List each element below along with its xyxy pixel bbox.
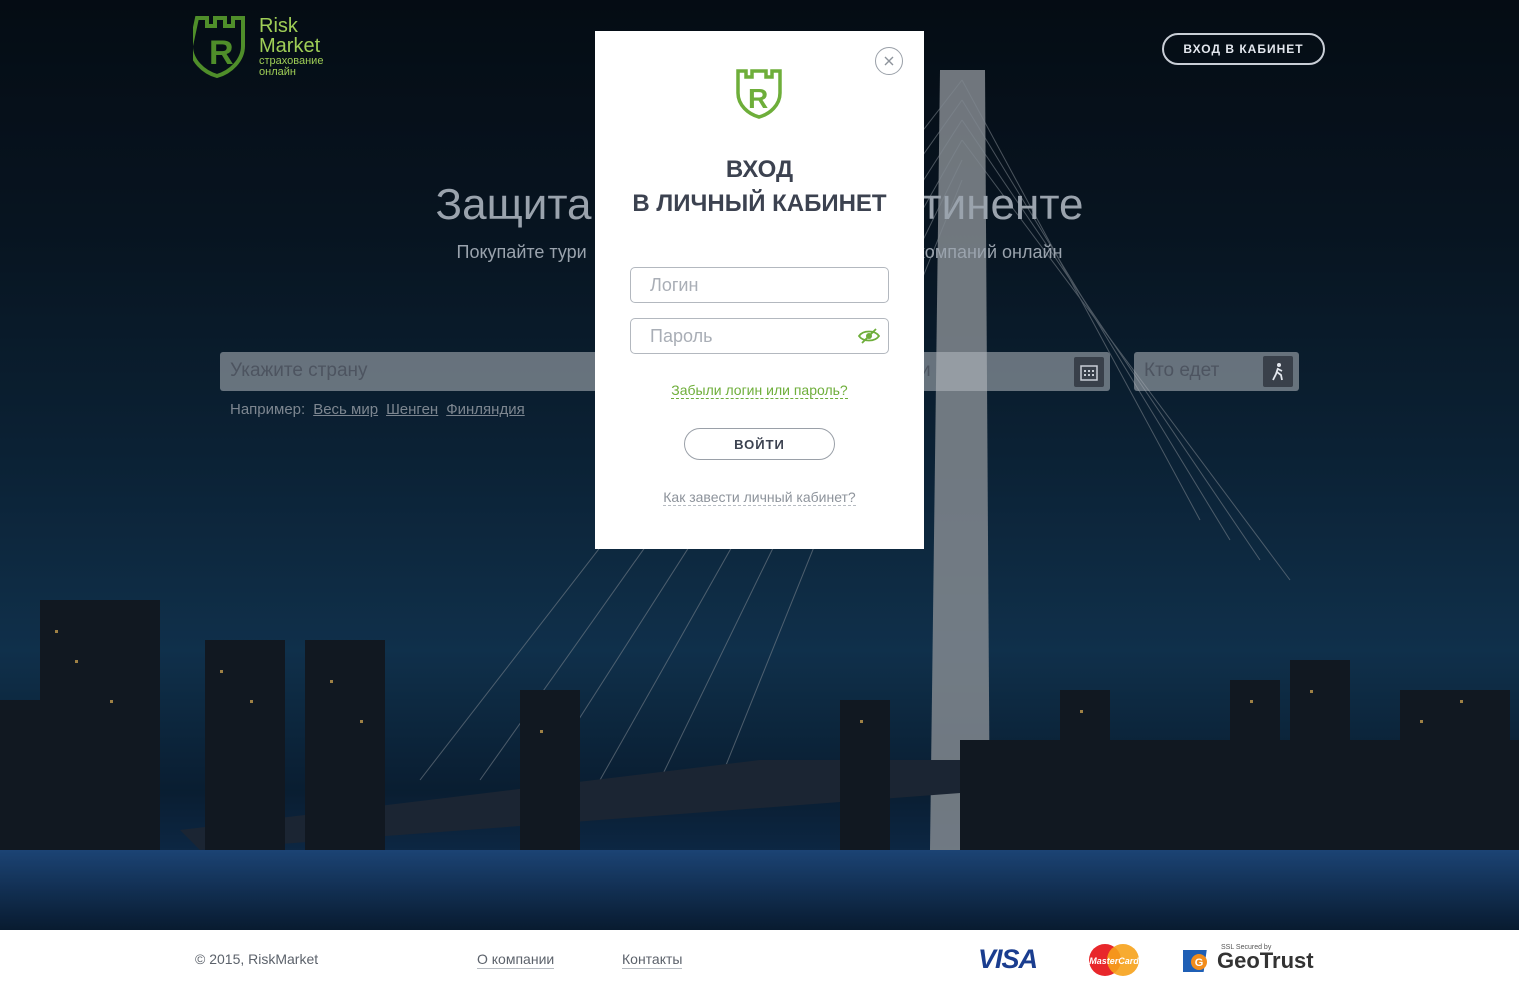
logo-line-market: Market bbox=[259, 35, 321, 57]
visa-logo: VISA bbox=[978, 944, 1038, 974]
walking-person-icon[interactable] bbox=[1263, 356, 1293, 387]
travelers-placeholder: Кто едет bbox=[1144, 360, 1220, 381]
subline-right: компаний онлайн bbox=[916, 242, 1063, 262]
geotrust-icon: G bbox=[1183, 950, 1207, 972]
login-input[interactable]: Логин bbox=[630, 267, 889, 303]
country-input[interactable]: Укажите страну bbox=[220, 352, 620, 391]
close-modal-button[interactable] bbox=[875, 47, 903, 75]
submit-login-button[interactable]: ВОЙТИ bbox=[684, 428, 835, 460]
mastercard-text: MasterCard bbox=[1089, 956, 1139, 966]
logo-line-tagline-2: онлайн bbox=[259, 66, 296, 78]
mastercard-logo: MasterCard bbox=[1086, 942, 1142, 982]
examples-label: Например: bbox=[230, 401, 306, 418]
modal-title: ВХОД В ЛИЧНЫЙ КАБИНЕТ bbox=[595, 153, 924, 221]
close-icon bbox=[884, 56, 894, 66]
subline-left: Покупайте тури bbox=[456, 242, 587, 262]
site-logo[interactable]: R Risk Market страхование онлайн bbox=[193, 16, 323, 78]
howto-link-text[interactable]: Как завести личный кабинет? bbox=[663, 489, 856, 506]
footer-link-contacts[interactable]: Контакты bbox=[622, 951, 683, 969]
modal-title-line1: ВХОД bbox=[725, 156, 794, 183]
modal-title-line2: В ЛИЧНЫЙ КАБИНЕТ bbox=[632, 190, 887, 217]
example-link-schengen[interactable]: Шенген bbox=[386, 401, 438, 418]
country-examples: Например: Весь мир Шенген Финляндия bbox=[230, 401, 525, 418]
example-link-world[interactable]: Весь мир bbox=[313, 401, 378, 418]
forgot-credentials-link[interactable]: Забыли логин или пароль? bbox=[595, 382, 924, 399]
riskmarket-shield-icon: R bbox=[736, 69, 782, 119]
calendar-icon[interactable] bbox=[1074, 357, 1104, 387]
password-input[interactable]: Пароль bbox=[630, 318, 889, 354]
forgot-link-text[interactable]: Забыли логин или пароль? bbox=[671, 382, 848, 399]
svg-text:R: R bbox=[209, 34, 234, 72]
logo-line-risk: Risk bbox=[259, 15, 298, 37]
footer-link-about[interactable]: О компании bbox=[477, 951, 555, 969]
logo-text: Risk Market страхование онлайн bbox=[259, 16, 323, 78]
riskmarket-logo-icon: R bbox=[193, 16, 245, 78]
geotrust-ssl-text: SSL Secured by bbox=[1221, 944, 1272, 951]
dates-input[interactable]: и bbox=[910, 352, 1110, 391]
copyright: © 2015, RiskMarket bbox=[195, 951, 319, 967]
password-placeholder: Пароль bbox=[650, 326, 713, 346]
svg-text:R: R bbox=[748, 83, 768, 114]
headline-left: Защита bbox=[435, 180, 592, 229]
howto-cabinet-link[interactable]: Как завести личный кабинет? bbox=[595, 489, 924, 506]
geotrust-logo: G SSL Secured by GeoTrust bbox=[1183, 944, 1314, 974]
example-link-finland[interactable]: Финляндия bbox=[446, 401, 524, 418]
cabinet-login-button[interactable]: ВХОД В КАБИНЕТ bbox=[1162, 33, 1325, 65]
travelers-input[interactable]: Кто едет bbox=[1134, 352, 1299, 391]
headline-right: тиненте bbox=[921, 180, 1084, 229]
svg-text:G: G bbox=[1195, 957, 1204, 969]
login-modal: R ВХОД В ЛИЧНЫЙ КАБИНЕТ Логин Пароль Заб… bbox=[595, 31, 924, 549]
hidden-eye-icon[interactable] bbox=[858, 327, 880, 345]
geotrust-text: GeoTrust bbox=[1217, 948, 1314, 973]
footer: © 2015, RiskMarket О компании Контакты V… bbox=[0, 930, 1519, 990]
modal-logo: R bbox=[735, 69, 783, 123]
